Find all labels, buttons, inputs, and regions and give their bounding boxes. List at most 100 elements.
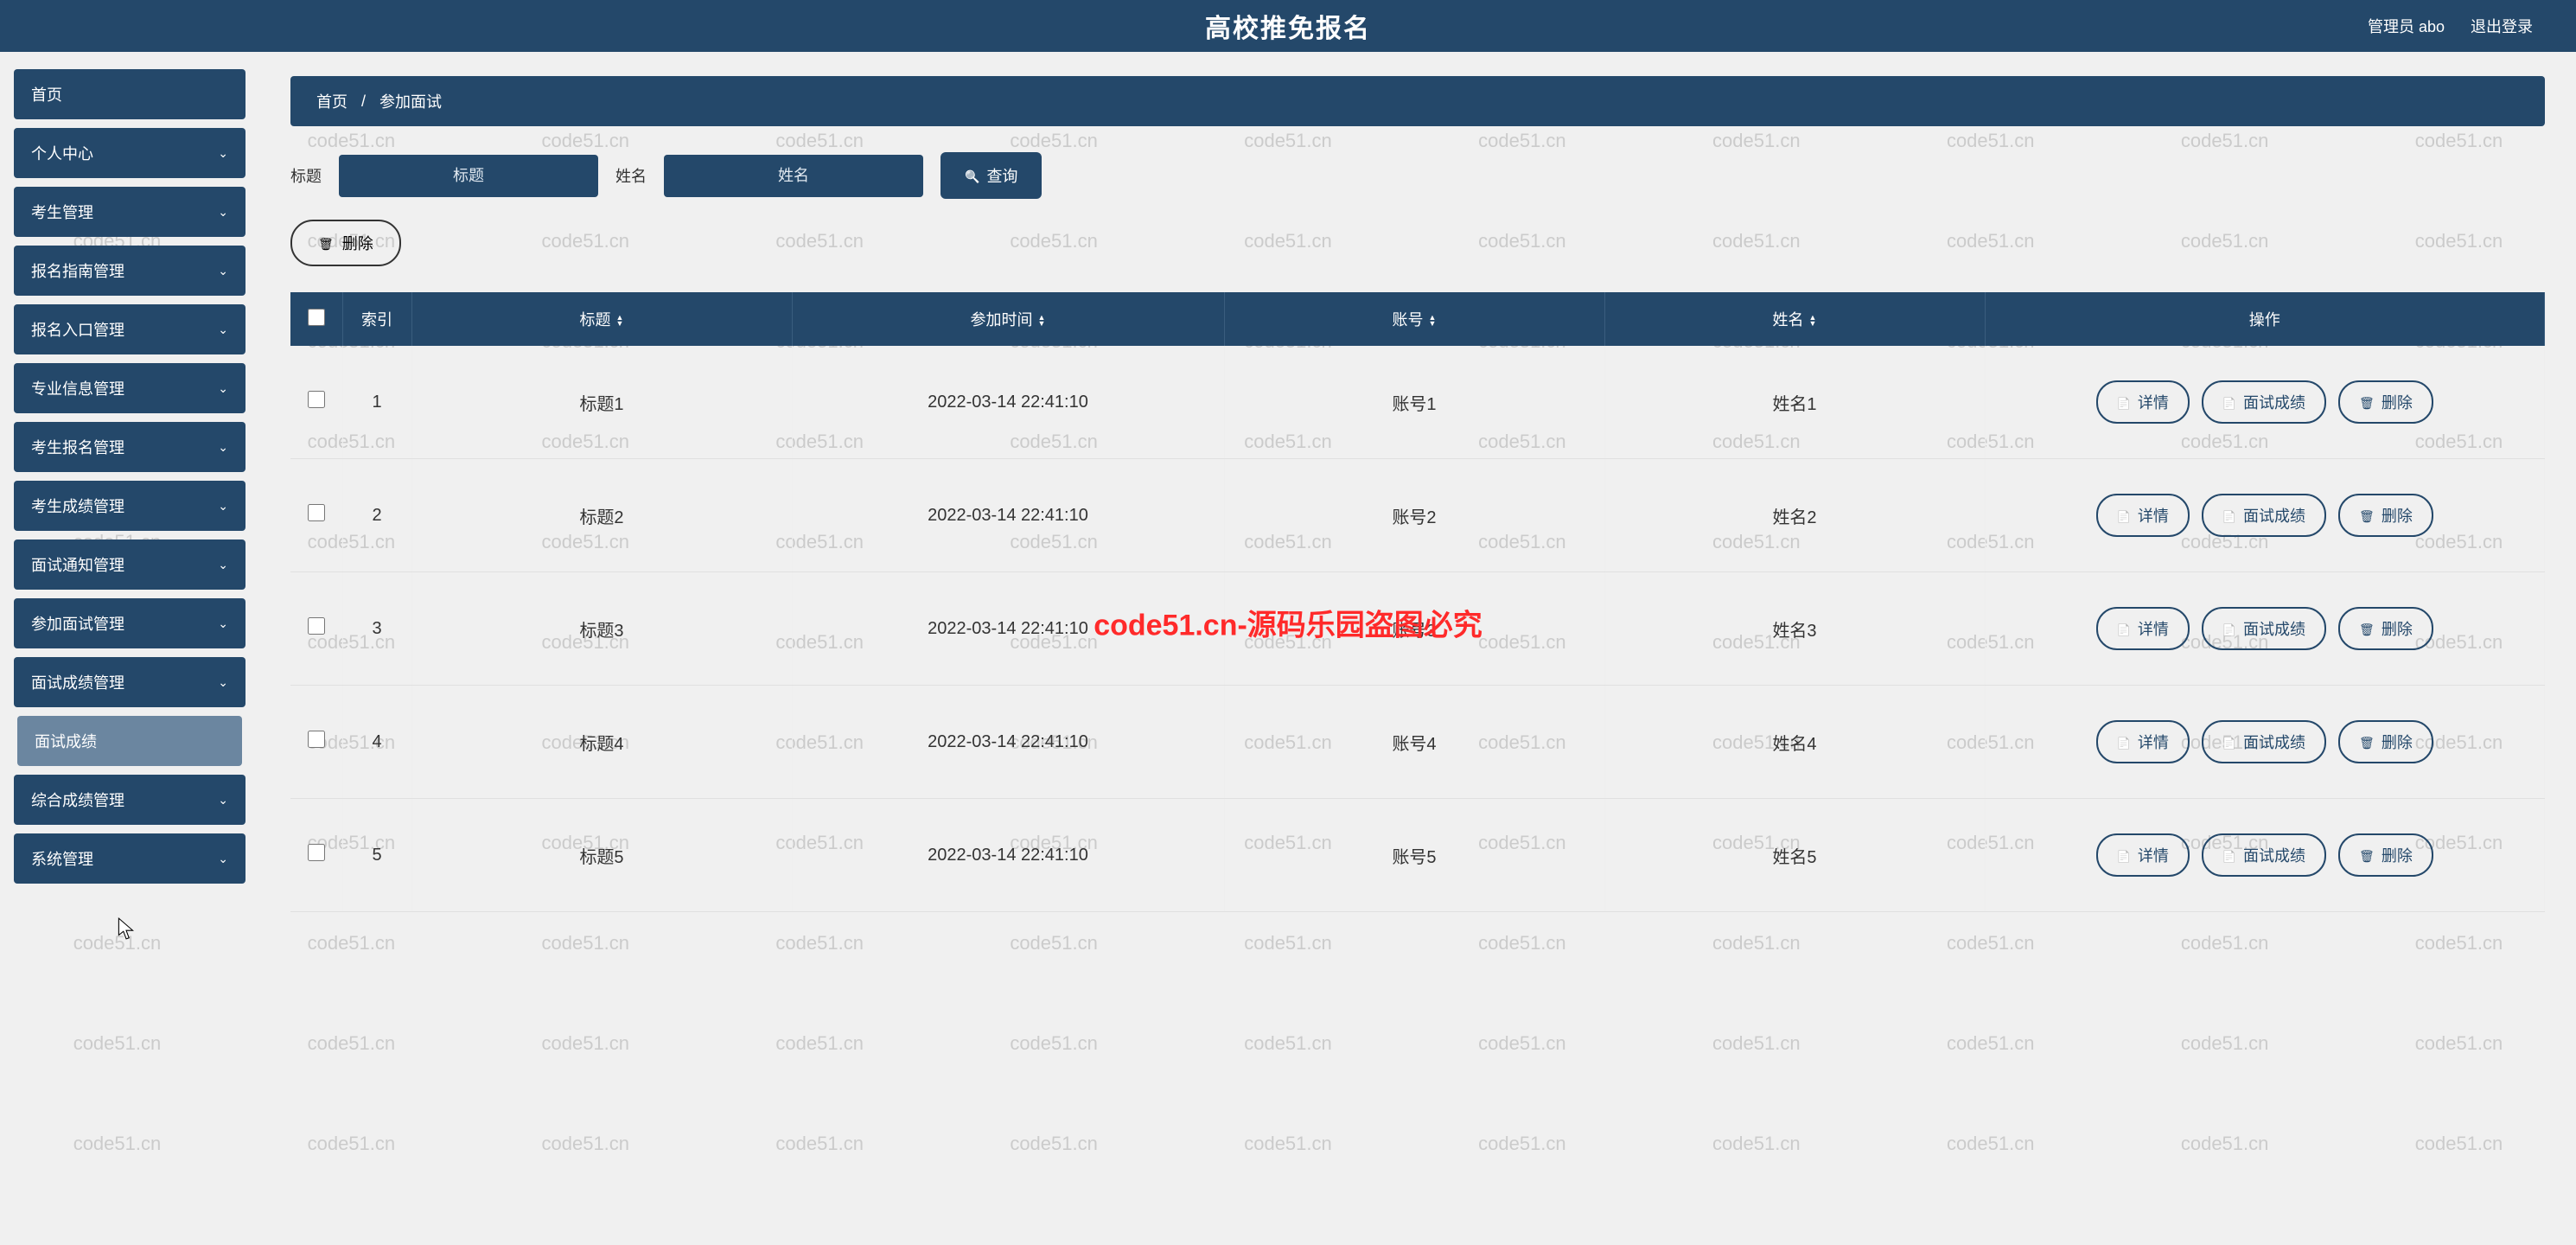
- sidebar-item[interactable]: 报名指南管理 ⌄: [14, 246, 245, 296]
- bulk-delete-label: 删除: [342, 232, 373, 254]
- sidebar-home-label: 首页: [31, 83, 62, 105]
- cell-time: 2022-03-14 22:41:10: [792, 459, 1224, 572]
- doc-icon: [2222, 393, 2236, 412]
- cell-title: 标题5: [411, 799, 792, 912]
- sidebar-item[interactable]: 考生成绩管理⌄: [14, 481, 245, 531]
- breadcrumb-sep: /: [361, 93, 366, 111]
- sidebar-item[interactable]: 个人中心⌄: [14, 128, 245, 178]
- sidebar-item[interactable]: 参加面试管理⌄: [14, 598, 245, 648]
- search-icon: [965, 167, 979, 185]
- sidebar-item[interactable]: 面试成绩管理⌄: [14, 657, 245, 707]
- bulk-delete-button[interactable]: 删除: [290, 220, 401, 266]
- breadcrumb-home[interactable]: 首页: [316, 90, 348, 112]
- row-delete-button[interactable]: 删除: [2338, 494, 2433, 537]
- select-all-checkbox[interactable]: [308, 309, 325, 326]
- col-name[interactable]: 姓名▲▼: [1604, 292, 1985, 346]
- col-time[interactable]: 参加时间▲▼: [792, 292, 1224, 346]
- row-delete-button[interactable]: 删除: [2338, 380, 2433, 424]
- detail-button[interactable]: 详情: [2096, 380, 2190, 424]
- sidebar-subitem-label: 面试成绩: [35, 730, 97, 752]
- trash-icon: [318, 234, 334, 252]
- doc-icon: [2117, 620, 2131, 638]
- chevron-down-icon: ⌄: [218, 499, 228, 514]
- row-delete-button[interactable]: 删除: [2338, 833, 2433, 877]
- sort-icon: ▲▼: [616, 315, 624, 327]
- detail-button[interactable]: 详情: [2096, 494, 2190, 537]
- search-button[interactable]: 查询: [940, 152, 1042, 199]
- sidebar-item[interactable]: 综合成绩管理⌄: [14, 775, 245, 825]
- cell-time: 2022-03-14 22:41:10: [792, 346, 1224, 459]
- table-row: 5标题52022-03-14 22:41:10账号5姓名5详情面试成绩删除: [290, 799, 2545, 912]
- row-checkbox[interactable]: [308, 731, 325, 748]
- sidebar-item[interactable]: 专业信息管理 ⌄: [14, 363, 245, 413]
- cell-name: 姓名2: [1604, 459, 1985, 572]
- sidebar-item-label: 报名指南管理: [31, 259, 124, 282]
- ops-cell: 详情面试成绩删除: [1998, 494, 2533, 537]
- sidebar-item[interactable]: 系统管理⌄: [14, 833, 245, 884]
- cell-index: 3: [342, 572, 411, 686]
- score-button[interactable]: 面试成绩: [2202, 833, 2326, 877]
- cell-index: 2: [342, 459, 411, 572]
- trash-icon: [2359, 393, 2375, 412]
- score-button[interactable]: 面试成绩: [2202, 494, 2326, 537]
- detail-button[interactable]: 详情: [2096, 833, 2190, 877]
- cell-index: 1: [342, 346, 411, 459]
- chevron-down-icon: ⌄: [218, 852, 228, 866]
- col-index[interactable]: 索引: [342, 292, 411, 346]
- sidebar-item[interactable]: 考生报名管理⌄: [14, 422, 245, 472]
- sidebar-item[interactable]: 考生管理⌄: [14, 187, 245, 237]
- row-checkbox[interactable]: [308, 391, 325, 408]
- cell-title: 标题2: [411, 459, 792, 572]
- row-checkbox[interactable]: [308, 504, 325, 521]
- row-delete-button[interactable]: 删除: [2338, 720, 2433, 763]
- sidebar-subitem[interactable]: 面试成绩: [17, 716, 242, 766]
- app-title: 高校推免报名: [1205, 7, 1371, 45]
- logout-link[interactable]: 退出登录: [2471, 15, 2533, 37]
- chevron-down-icon: ⌄: [218, 264, 228, 278]
- detail-button[interactable]: 详情: [2096, 607, 2190, 650]
- ops-cell: 详情面试成绩删除: [1998, 720, 2533, 763]
- sidebar-home[interactable]: 首页: [14, 69, 245, 119]
- cell-title: 标题3: [411, 572, 792, 686]
- sort-icon: ▲▼: [1038, 315, 1046, 327]
- doc-icon: [2117, 733, 2131, 751]
- chevron-down-icon: ⌄: [218, 205, 228, 220]
- cell-account: 账号1: [1224, 346, 1604, 459]
- doc-icon: [2222, 620, 2236, 638]
- chevron-down-icon: ⌄: [218, 440, 228, 455]
- main-content: 首页 / 参加面试 标题 姓名 查询 删除 索引 标题▲▼: [259, 52, 2576, 1245]
- doc-icon: [2222, 846, 2236, 865]
- cell-account: 账号3: [1224, 572, 1604, 686]
- search-title-input[interactable]: [339, 155, 598, 197]
- row-checkbox[interactable]: [308, 844, 325, 861]
- table-row: 3标题32022-03-14 22:41:10账号3姓名3详情面试成绩删除: [290, 572, 2545, 686]
- cell-account: 账号2: [1224, 459, 1604, 572]
- cell-index: 4: [342, 686, 411, 799]
- sidebar-item[interactable]: 报名入口管理⌄: [14, 304, 245, 354]
- cell-index: 5: [342, 799, 411, 912]
- score-button[interactable]: 面试成绩: [2202, 607, 2326, 650]
- chevron-down-icon: ⌄: [218, 675, 228, 690]
- score-button[interactable]: 面试成绩: [2202, 720, 2326, 763]
- row-checkbox[interactable]: [308, 617, 325, 635]
- sidebar-item-label: 个人中心: [31, 142, 93, 164]
- cell-name: 姓名4: [1604, 686, 1985, 799]
- doc-icon: [2117, 846, 2131, 865]
- chevron-down-icon: ⌄: [218, 381, 228, 396]
- doc-icon: [2222, 733, 2236, 751]
- current-user-label[interactable]: 管理员 abo: [2368, 15, 2445, 37]
- col-title[interactable]: 标题▲▼: [411, 292, 792, 346]
- ops-cell: 详情面试成绩删除: [1998, 380, 2533, 424]
- search-name-input[interactable]: [664, 155, 923, 197]
- detail-button[interactable]: 详情: [2096, 720, 2190, 763]
- header-right: 管理员 abo 退出登录: [2368, 15, 2533, 37]
- col-account[interactable]: 账号▲▼: [1224, 292, 1604, 346]
- table-row: 2标题22022-03-14 22:41:10账号2姓名2 详情面试成绩删除: [290, 459, 2545, 572]
- score-button[interactable]: 面试成绩: [2202, 380, 2326, 424]
- sidebar-item[interactable]: 面试通知管理⌄: [14, 540, 245, 590]
- table-row: 4标题42022-03-14 22:41:10账号4姓名4详情面试成绩删除: [290, 686, 2545, 799]
- sort-icon: ▲▼: [1429, 315, 1437, 327]
- cell-time: 2022-03-14 22:41:10: [792, 686, 1224, 799]
- row-delete-button[interactable]: 删除: [2338, 607, 2433, 650]
- sidebar-item-label: 专业信息管理: [31, 377, 124, 399]
